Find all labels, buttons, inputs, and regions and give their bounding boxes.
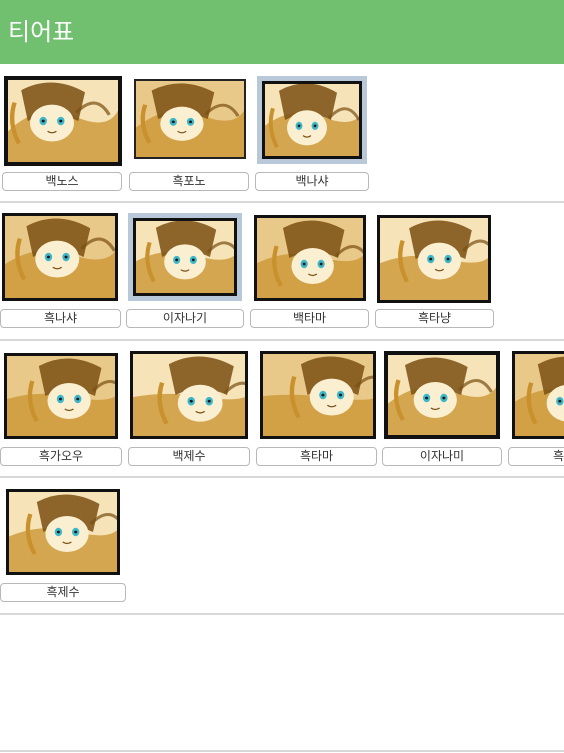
portrait-art [8, 80, 118, 162]
character-card[interactable]: 흑가오우 [0, 351, 122, 467]
portrait-art [5, 216, 115, 298]
character-label[interactable]: 흑타냥 [375, 309, 494, 328]
character-label[interactable]: 흑나샤 [0, 309, 121, 328]
character-card[interactable]: 흑타냥 [375, 213, 494, 329]
row-divider [0, 750, 564, 752]
character-label[interactable]: 흑가오우 [0, 447, 122, 466]
character-portrait[interactable] [134, 79, 246, 159]
character-card[interactable]: 백노스 [2, 76, 124, 192]
portrait-art [136, 81, 244, 157]
character-card[interactable]: 흑제수 [0, 489, 126, 605]
character-card[interactable]: 이자나기 [126, 213, 244, 329]
character-label[interactable]: 흑타마 [256, 447, 377, 466]
character-card[interactable]: 흑나샤 [0, 213, 121, 329]
character-portrait[interactable] [384, 351, 500, 439]
portrait-art [9, 492, 117, 572]
portrait-art [7, 356, 115, 436]
character-portrait[interactable] [260, 351, 376, 439]
app-header: 티어표 [0, 0, 564, 64]
character-portrait[interactable] [130, 351, 248, 439]
portrait-art [133, 354, 245, 436]
character-portrait[interactable] [6, 489, 120, 575]
character-label[interactable]: 이자나미 [382, 447, 502, 466]
character-label[interactable]: 백나샤 [255, 172, 369, 191]
portrait-art [263, 354, 373, 436]
character-portrait[interactable] [4, 353, 118, 439]
character-card[interactable]: 흑타마 [256, 351, 377, 467]
row-divider [0, 476, 564, 478]
character-portrait[interactable] [4, 76, 122, 166]
character-portrait[interactable] [257, 76, 367, 164]
character-card[interactable]: 이자나미 [382, 351, 502, 467]
character-portrait[interactable] [128, 213, 242, 301]
character-portrait[interactable] [2, 213, 118, 301]
character-label[interactable]: 흑포노 [129, 172, 249, 191]
row-divider [0, 613, 564, 615]
row-divider [0, 201, 564, 203]
row-divider [0, 339, 564, 341]
character-card[interactable]: 흑포노 [129, 76, 251, 192]
character-label[interactable]: 흑 [508, 447, 564, 466]
character-label[interactable]: 백타마 [250, 309, 369, 328]
character-card[interactable]: 백나샤 [255, 76, 371, 192]
page-title: 티어표 [8, 18, 75, 46]
character-card[interactable]: 백제수 [128, 351, 250, 467]
character-label[interactable]: 백노스 [2, 172, 122, 191]
character-label[interactable]: 이자나기 [126, 309, 244, 328]
character-portrait[interactable] [254, 215, 366, 301]
portrait-art [388, 355, 496, 435]
portrait-art [257, 218, 363, 298]
portrait-art [262, 81, 362, 159]
portrait-art [133, 218, 237, 296]
character-label[interactable]: 백제수 [128, 447, 250, 466]
character-portrait[interactable] [512, 351, 564, 439]
character-label[interactable]: 흑제수 [0, 583, 126, 602]
portrait-art [515, 354, 564, 436]
character-card[interactable]: 백타마 [250, 213, 369, 329]
character-card[interactable]: 흑 [508, 351, 564, 467]
character-portrait[interactable] [377, 215, 491, 303]
portrait-art [380, 218, 488, 300]
